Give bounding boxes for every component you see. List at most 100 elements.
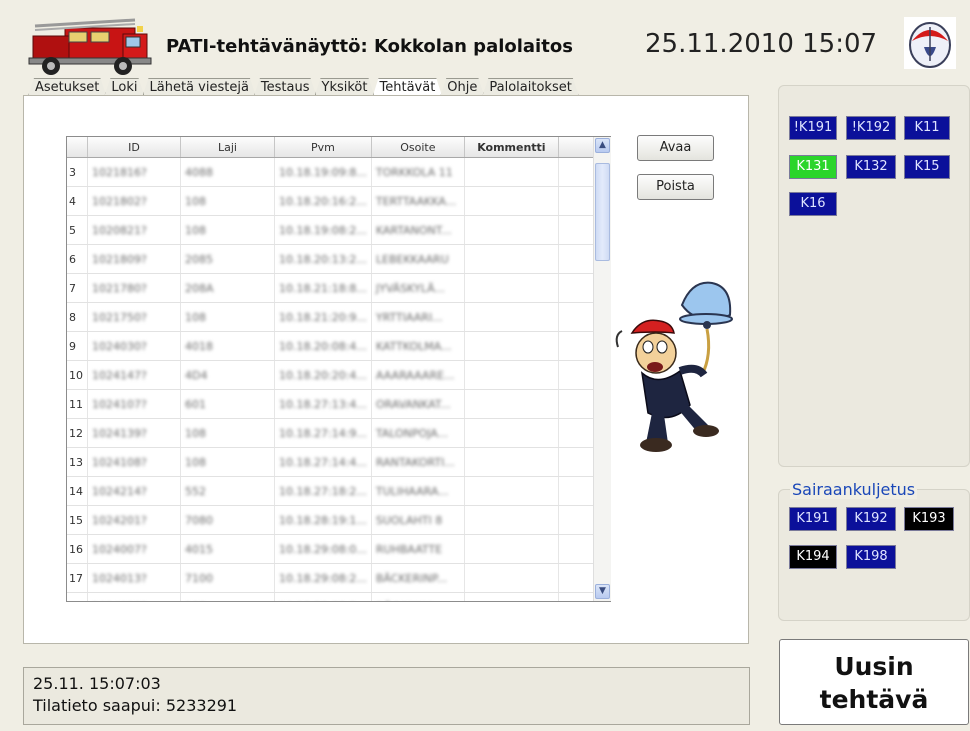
- cell-id: 1024007?: [87, 534, 181, 564]
- tab-ohje[interactable]: Ohje: [440, 78, 484, 96]
- column-header-id[interactable]: ID: [87, 137, 181, 158]
- cell-osoite: TALONPOJA...: [371, 418, 465, 448]
- scroll-down-icon[interactable]: ▼: [595, 584, 610, 599]
- cell-id: 1024201?: [87, 505, 181, 535]
- cell-osoite: BÄCKERINP...: [371, 563, 465, 593]
- cell-kommentti: [464, 563, 559, 593]
- status-timestamp: 25.11. 15:07:03: [33, 674, 161, 693]
- status-message: Tilatieto saapui: 5233291: [33, 696, 238, 715]
- cell-pvm: 10.18.20:20:4...: [274, 360, 372, 390]
- row-number: 5: [67, 215, 88, 245]
- table-row[interactable]: 11 1024107? 601 10.18.27:13:4... ORAVANKAT..…: [67, 389, 599, 419]
- cell-id: 1021802?: [87, 186, 181, 216]
- cell-id: 1021816?: [87, 157, 181, 187]
- table-row[interactable]: 181024029?10810.18.29:09:3...BÖGAKALL...: [67, 592, 599, 601]
- row-number: 4: [67, 186, 88, 216]
- table-row[interactable]: 16 1024007? 4015 10.18.29:08:0... RUHBAATTE: [67, 534, 599, 564]
- tab-yksikot[interactable]: Yksiköt: [315, 78, 375, 96]
- table-row[interactable]: 13 1024108? 108 10.18.27:14:4... RANTAKORTI.…: [67, 447, 599, 477]
- cell-kommentti: [464, 476, 559, 506]
- tab-asetukset[interactable]: Asetukset: [28, 78, 106, 96]
- ambulance-unit-button-k192[interactable]: K192: [846, 507, 896, 531]
- cell-kommentti: [464, 505, 559, 535]
- open-button[interactable]: Avaa: [637, 135, 714, 161]
- unit-button-k16[interactable]: K16: [789, 192, 837, 216]
- status-box: 25.11. 15:07:03 Tilatieto saapui: 523329…: [23, 667, 750, 725]
- row-number: 11: [67, 389, 88, 419]
- clock: 25.11.2010 15:07: [645, 29, 878, 59]
- unit-button-k132[interactable]: K132: [846, 155, 896, 179]
- tab-testaus[interactable]: Testaus: [254, 78, 317, 96]
- table-row[interactable]: 7 1021780? 208A 10.18.21:18:8... JYVÄSKYLÄ..…: [67, 273, 599, 303]
- cell-laji: 7080: [180, 505, 275, 535]
- table-row[interactable]: 3 1021816? 4088 10.18.19:09:8... TORKKOLA 11: [67, 157, 599, 187]
- row-number: 17: [67, 563, 88, 593]
- column-header-pvm[interactable]: Pvm: [274, 137, 372, 158]
- table-scrollbar[interactable]: ▲ ▼: [593, 137, 611, 601]
- cell-pvm: 10.18.21:18:8...: [274, 273, 372, 303]
- table-row[interactable]: 14 1024214? 552 10.18.27:18:2... TULIHAARA..…: [67, 476, 599, 506]
- tab-loki[interactable]: Loki: [104, 78, 144, 96]
- table-row[interactable]: 12 1024139? 108 10.18.27:14:9... TALONPOJA..…: [67, 418, 599, 448]
- table-row[interactable]: 8 1021750? 108 10.18.21:20:9... YRTTIAARI...: [67, 302, 599, 332]
- task-table[interactable]: ID Laji Pvm Osoite Kommentti 3 1021816? 40…: [66, 136, 611, 602]
- scroll-up-icon[interactable]: ▲: [595, 138, 610, 153]
- column-header-osoite[interactable]: Osoite: [371, 137, 465, 158]
- cell-id: 1020821?: [87, 215, 181, 245]
- tab-palolaitokset[interactable]: Palolaitokset: [482, 78, 578, 96]
- unit-button-k191[interactable]: !K191: [789, 116, 837, 140]
- cell-kommentti: [464, 389, 559, 419]
- row-number: 16: [67, 534, 88, 564]
- cell-laji: 208A: [180, 273, 275, 303]
- unit-button-k11[interactable]: K11: [904, 116, 950, 140]
- cell-laji: 4018: [180, 331, 275, 361]
- cell-osoite: YRTTIAARI...: [371, 302, 465, 332]
- table-row[interactable]: 4 1021802? 108 10.18.20:16:2... TERTTAAKKA..…: [67, 186, 599, 216]
- table-row[interactable]: 5 1020821? 108 10.18.19:08:2... KARTANONT...: [67, 215, 599, 245]
- ambulance-unit-button-k194[interactable]: K194: [789, 545, 837, 569]
- cell-pvm: 10.18.29:08:2...: [274, 563, 372, 593]
- cell-pvm: 10.18.27:14:9...: [274, 418, 372, 448]
- tab-laheta-viesteja[interactable]: Lähetä viestejä: [143, 78, 256, 96]
- cell-pvm: 10.18.19:08:2...: [274, 215, 372, 245]
- cell-kommentti: [464, 215, 559, 245]
- table-row[interactable]: 17 1024013? 7100 10.18.29:08:2... BÄCKERINP.…: [67, 563, 599, 593]
- cell-osoite: RANTAKORTI...: [371, 447, 465, 477]
- newest-task-label-line1: Uusin: [834, 652, 914, 681]
- cell-osoite: KARTANONT...: [371, 215, 465, 245]
- column-header-rownum[interactable]: [67, 137, 88, 158]
- cell-id: 1021780?: [87, 273, 181, 303]
- unit-button-k192[interactable]: !K192: [846, 116, 896, 140]
- table-row[interactable]: 6 1021809? 2085 10.18.20:13:2... LEBEKKAARU: [67, 244, 599, 274]
- ambulance-unit-button-k191[interactable]: K191: [789, 507, 837, 531]
- delete-button[interactable]: Poista: [637, 174, 714, 200]
- row-number: 18: [67, 592, 88, 601]
- cell-osoite: TORKKOLA 11: [371, 157, 465, 187]
- cell-kommentti: [464, 360, 559, 390]
- cell-osoite: JYVÄSKYLÄ...: [371, 273, 465, 303]
- table-row[interactable]: 10 1024147? 4D4 10.18.20:20:4... AAARAAARE..…: [67, 360, 599, 390]
- unit-button-k131[interactable]: K131: [789, 155, 837, 179]
- cell-pvm: 10.18.29:09:3...: [274, 592, 372, 601]
- table-row[interactable]: 15 1024201? 7080 10.18.28:19:1... SUOLAHTI 8: [67, 505, 599, 535]
- column-header-kommentti[interactable]: Kommentti: [464, 137, 559, 158]
- scroll-thumb[interactable]: [595, 163, 610, 261]
- cell-pvm: 10.18.19:09:8...: [274, 157, 372, 187]
- emblem-icon: [904, 17, 956, 69]
- cell-laji: 108: [180, 418, 275, 448]
- column-header-laji[interactable]: Laji: [180, 137, 275, 158]
- app-title: PATI-tehtävänäyttö: Kokkolan palolaitos: [166, 36, 573, 57]
- row-number: 14: [67, 476, 88, 506]
- cell-pvm: 10.18.20:08:4...: [274, 331, 372, 361]
- cell-id: 1024147?: [87, 360, 181, 390]
- cell-osoite: TULIHAARA...: [371, 476, 465, 506]
- ambulance-unit-button-k193[interactable]: K193: [904, 507, 954, 531]
- newest-task-button[interactable]: Uusin tehtävä: [779, 639, 969, 725]
- table-row[interactable]: 9 1024030? 4018 10.18.20:08:4... KATTKOLMA..…: [67, 331, 599, 361]
- ambulance-unit-button-k198[interactable]: K198: [846, 545, 896, 569]
- unit-button-k15[interactable]: K15: [904, 155, 950, 179]
- cell-osoite: SUOLAHTI 8: [371, 505, 465, 535]
- cell-kommentti: [464, 592, 559, 601]
- fireman-bell-illustration: [615, 281, 733, 452]
- cell-osoite: TERTTAAKKA...: [371, 186, 465, 216]
